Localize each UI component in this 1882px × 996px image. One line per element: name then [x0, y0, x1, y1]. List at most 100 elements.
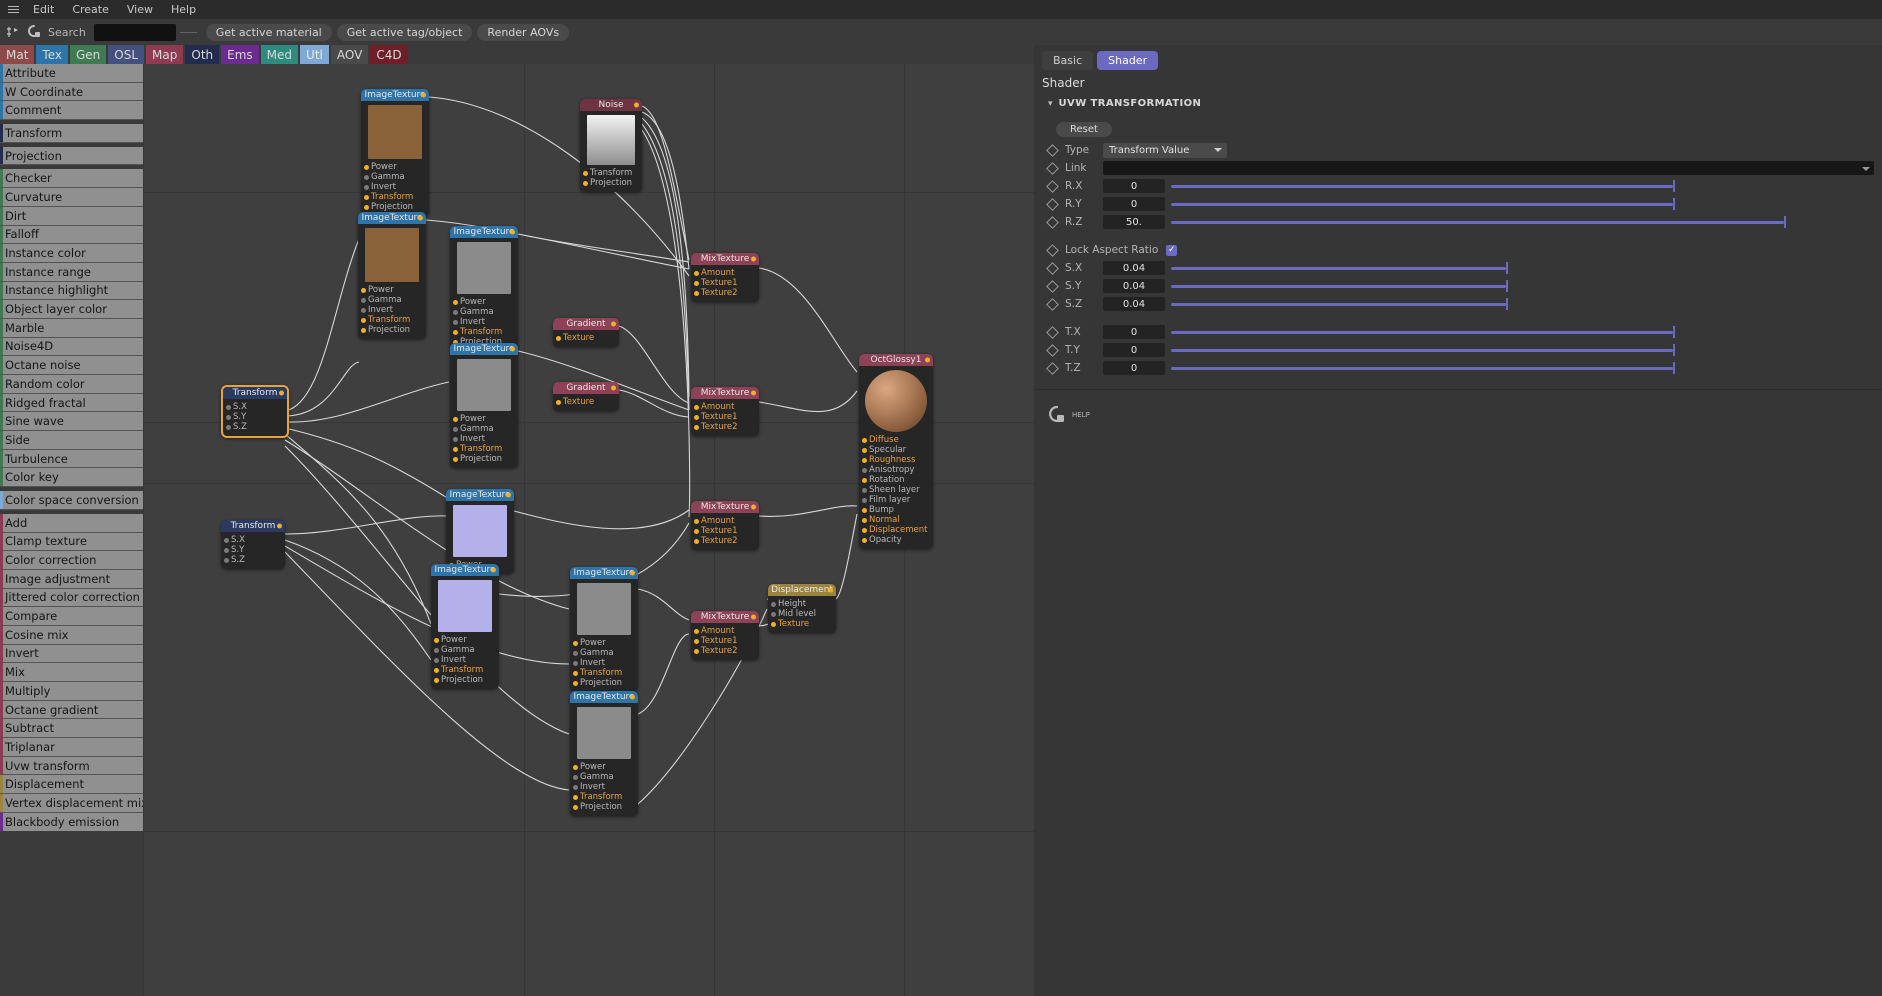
graph-node-grad1[interactable]: Gradient Texture [553, 318, 619, 347]
port-connector[interactable] [694, 270, 699, 276]
keyframe-diamond-icon[interactable] [1046, 361, 1059, 375]
graph-node-img6[interactable]: ImageTexture Power Gamma Invert Transform Pro… [431, 564, 499, 689]
node-port-power[interactable]: Power [361, 285, 426, 295]
node-header[interactable]: ImageTexture [431, 564, 499, 576]
node-port-texture1[interactable]: Texture1 [694, 278, 759, 288]
category-tab-mat[interactable]: Mat [0, 45, 35, 64]
keyframe-diamond-icon[interactable] [1046, 197, 1059, 211]
node-port-projection[interactable]: Projection [573, 678, 638, 688]
panel-tab-basic[interactable]: Basic [1042, 51, 1094, 70]
node-port-invert[interactable]: Invert [573, 782, 638, 792]
keyframe-diamond-icon[interactable] [1046, 143, 1059, 157]
lock-aspect-ratio-checkbox[interactable]: ✓ [1166, 244, 1178, 256]
node-port-gamma[interactable]: Gamma [361, 295, 426, 305]
node-output-port[interactable] [630, 570, 635, 576]
port-connector[interactable] [573, 680, 578, 686]
node-output-port[interactable] [510, 346, 515, 352]
port-connector[interactable] [226, 414, 231, 420]
node-output-port[interactable] [634, 102, 639, 108]
port-connector[interactable] [694, 538, 699, 544]
node-header[interactable]: OctGlossy1 [859, 354, 933, 366]
node-output-port[interactable] [506, 492, 511, 498]
param-value-field[interactable]: 0.04 [1103, 261, 1165, 275]
node-port-gamma[interactable]: Gamma [434, 645, 499, 655]
port-connector[interactable] [364, 204, 369, 210]
node-port-projection[interactable]: Projection [361, 325, 426, 335]
node-port-power[interactable]: Power [434, 635, 499, 645]
node-output-port[interactable] [277, 523, 282, 529]
node-port-invert[interactable]: Invert [434, 655, 499, 665]
port-connector[interactable] [573, 784, 578, 790]
param-slider[interactable] [1171, 361, 1868, 375]
node-port-texture[interactable]: Texture [556, 397, 619, 407]
node-port-sheen-layer[interactable]: Sheen layer [862, 485, 933, 495]
node-port-gamma[interactable]: Gamma [573, 772, 638, 782]
sidebar-item-curvature[interactable]: Curvature [0, 188, 143, 207]
node-port-roughness[interactable]: Roughness [862, 455, 933, 465]
node-port-s-x[interactable]: S.X [224, 535, 285, 545]
node-output-port[interactable] [418, 215, 423, 221]
port-connector[interactable] [453, 309, 458, 315]
port-connector[interactable] [364, 174, 369, 180]
node-port-invert[interactable]: Invert [364, 182, 429, 192]
port-connector[interactable] [862, 487, 867, 493]
keyframe-diamond-icon[interactable] [1046, 161, 1059, 175]
node-port-bump[interactable]: Bump [862, 505, 933, 515]
port-connector[interactable] [694, 404, 699, 410]
param-slider[interactable] [1171, 279, 1868, 293]
node-output-port[interactable] [611, 385, 616, 391]
node-output-port[interactable] [751, 614, 756, 620]
node-add-icon[interactable] [5, 24, 21, 40]
category-tab-c4d[interactable]: C4D [370, 45, 408, 64]
port-connector[interactable] [583, 170, 588, 176]
port-connector[interactable] [556, 335, 561, 341]
node-port-transform[interactable]: Transform [453, 327, 518, 337]
menu-item-create[interactable]: Create [63, 0, 118, 19]
port-connector[interactable] [573, 774, 578, 780]
node-header[interactable]: ImageTexture [358, 212, 426, 224]
category-tab-med[interactable]: Med [260, 45, 299, 64]
node-port-s-x[interactable]: S.X [226, 402, 287, 412]
port-connector[interactable] [556, 399, 561, 405]
port-connector[interactable] [573, 660, 578, 666]
menu-item-view[interactable]: View [118, 0, 162, 19]
node-port-projection[interactable]: Projection [434, 675, 499, 685]
node-port-gamma[interactable]: Gamma [364, 172, 429, 182]
port-connector[interactable] [694, 528, 699, 534]
sidebar-item-jittered-color-correction[interactable]: Jittered color correction [0, 588, 143, 608]
slider-handle[interactable] [1672, 344, 1675, 356]
param-slider[interactable] [1171, 297, 1868, 311]
node-header[interactable]: Transform [223, 387, 287, 399]
port-connector[interactable] [364, 164, 369, 170]
port-connector[interactable] [361, 327, 366, 333]
node-header[interactable]: MixTexture [691, 611, 759, 623]
graph-node-xf2[interactable]: Transform S.X S.Y S.Z [221, 520, 285, 569]
menu-item-edit[interactable]: Edit [24, 0, 63, 19]
node-port-texture2[interactable]: Texture2 [694, 288, 759, 298]
node-port-transform[interactable]: Transform [434, 665, 499, 675]
node-header[interactable]: ImageTexture [446, 489, 514, 501]
category-tab-utl[interactable]: Utl [300, 45, 329, 64]
graph-node-grad2[interactable]: Gradient Texture [553, 382, 619, 411]
node-header[interactable]: Gradient [553, 382, 619, 394]
node-port-gamma[interactable]: Gamma [453, 424, 518, 434]
port-connector[interactable] [862, 517, 867, 523]
node-port-projection[interactable]: Projection [453, 454, 518, 464]
node-port-rotation[interactable]: Rotation [862, 475, 933, 485]
node-port-texture1[interactable]: Texture1 [694, 526, 759, 536]
graph-node-img5[interactable]: ImageTexturePower [446, 489, 514, 574]
category-tab-oth[interactable]: Oth [185, 45, 220, 64]
graph-node-disp[interactable]: Displacement Height Mid level Texture [768, 584, 836, 633]
port-connector[interactable] [573, 804, 578, 810]
port-connector[interactable] [453, 436, 458, 442]
node-port-specular[interactable]: Specular [862, 445, 933, 455]
node-header[interactable]: ImageTexture [450, 226, 518, 238]
port-connector[interactable] [694, 518, 699, 524]
type-dropdown[interactable]: Transform Value [1103, 142, 1227, 158]
graph-node-mix2[interactable]: MixTexture Amount Texture1 Texture2 [691, 387, 759, 436]
sidebar-item-instance-range[interactable]: Instance range [0, 262, 143, 282]
sidebar-item-attribute[interactable]: Attribute [0, 64, 143, 83]
category-tab-map[interactable]: Map [146, 45, 184, 64]
sidebar-item-falloff[interactable]: Falloff [0, 225, 143, 245]
node-port-amount[interactable]: Amount [694, 626, 759, 636]
